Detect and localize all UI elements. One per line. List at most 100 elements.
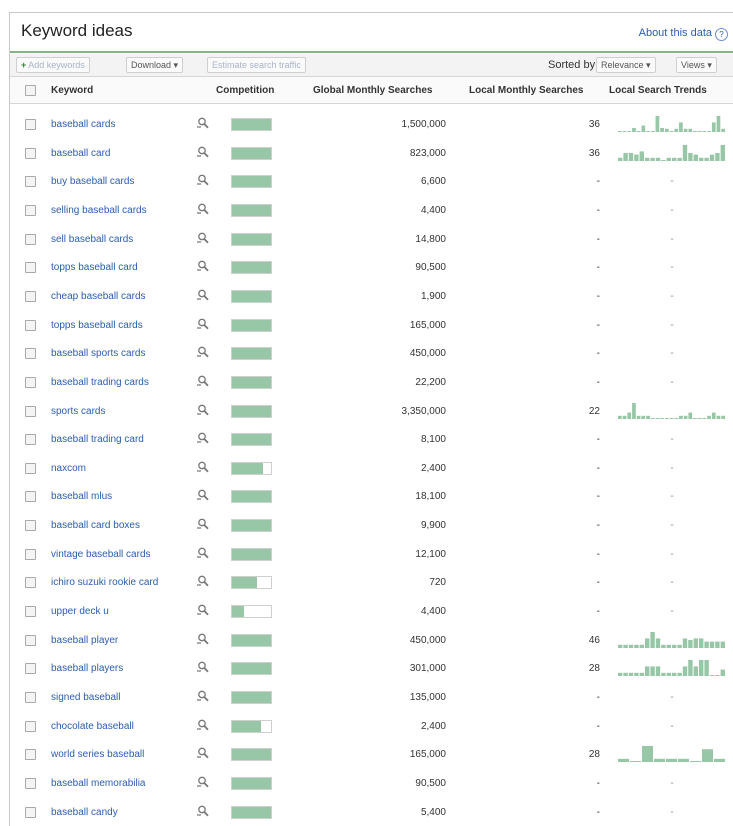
row-checkbox[interactable] — [25, 147, 36, 159]
keyword-link[interactable]: baseball card boxes — [51, 520, 140, 531]
keyword-link[interactable]: baseball cards — [51, 119, 115, 130]
local-monthly-searches: - — [596, 577, 600, 589]
keyword-link[interactable]: baseball card — [51, 148, 110, 159]
magnifier-icon[interactable] — [196, 173, 210, 187]
keyword-link[interactable]: baseball mlus — [51, 491, 112, 502]
trend-bar — [639, 644, 644, 648]
download-button[interactable]: Download ▾ — [126, 57, 184, 73]
competition-bar-fill — [232, 147, 271, 159]
column-global-searches[interactable]: Global Monthly Searches — [313, 85, 432, 96]
magnifier-icon[interactable] — [196, 603, 210, 617]
keyword-link[interactable]: world series baseball — [51, 749, 144, 760]
keyword-link[interactable]: baseball memorabilia — [51, 778, 146, 789]
keyword-link[interactable]: upper deck u — [51, 606, 109, 617]
column-competition[interactable]: Competition — [216, 85, 274, 96]
magnifier-icon[interactable] — [196, 546, 210, 560]
magnifier-icon[interactable] — [196, 202, 210, 216]
estimate-traffic-button[interactable]: Estimate search traffic — [207, 57, 306, 73]
magnifier-icon[interactable] — [196, 746, 210, 760]
row-checkbox[interactable] — [25, 176, 36, 188]
row-checkbox[interactable] — [25, 348, 36, 360]
keyword-link[interactable]: ichiro suzuki rookie card — [51, 577, 158, 588]
column-local-trends[interactable]: Local Search Trends — [609, 85, 707, 96]
about-data-link[interactable]: About this data? — [639, 27, 728, 41]
keyword-link[interactable]: sports cards — [51, 406, 105, 417]
row-checkbox[interactable] — [25, 319, 36, 331]
keyword-link[interactable]: cheap baseball cards — [51, 291, 146, 302]
keyword-link[interactable]: baseball sports cards — [51, 348, 146, 359]
local-monthly-searches: - — [596, 262, 600, 274]
magnifier-icon[interactable] — [196, 804, 210, 818]
row-checkbox[interactable] — [25, 520, 36, 532]
magnifier-icon[interactable] — [196, 689, 210, 703]
row-checkbox[interactable] — [25, 749, 36, 761]
magnifier-icon[interactable] — [196, 345, 210, 359]
row-checkbox[interactable] — [25, 606, 36, 618]
column-keyword[interactable]: Keyword — [51, 85, 93, 96]
row-checkbox[interactable] — [25, 548, 36, 560]
row-checkbox[interactable] — [25, 290, 36, 302]
row-checkbox[interactable] — [25, 204, 36, 216]
views-button[interactable]: Views ▾ — [676, 57, 717, 73]
row-checkbox[interactable] — [25, 806, 36, 818]
keyword-link[interactable]: buy baseball cards — [51, 176, 134, 187]
competition-bar — [231, 175, 272, 189]
magnifier-icon[interactable] — [196, 517, 210, 531]
row-checkbox[interactable] — [25, 462, 36, 474]
keyword-link[interactable]: baseball player — [51, 635, 118, 646]
add-keywords-button[interactable]: + Add keywords — [16, 57, 90, 73]
magnifier-icon[interactable] — [196, 660, 210, 674]
table-row: baseball cards 1,500,000 36 — [10, 110, 733, 138]
magnifier-icon[interactable] — [196, 403, 210, 417]
magnifier-icon[interactable] — [196, 632, 210, 646]
row-checkbox[interactable] — [25, 663, 36, 675]
keyword-link[interactable]: chocolate baseball — [51, 721, 134, 732]
magnifier-icon[interactable] — [196, 775, 210, 789]
magnifier-icon[interactable] — [196, 288, 210, 302]
table-row: baseball player 450,000 46 — [10, 626, 733, 654]
row-checkbox[interactable] — [25, 491, 36, 503]
trend-bar — [634, 154, 639, 161]
keyword-link[interactable]: topps baseball cards — [51, 320, 143, 331]
row-checkbox[interactable] — [25, 376, 36, 388]
row-checkbox[interactable] — [25, 233, 36, 245]
row-checkbox[interactable] — [25, 119, 36, 130]
magnifier-icon[interactable] — [196, 488, 210, 502]
keyword-link[interactable]: baseball trading card — [51, 434, 144, 445]
competition-bar-fill — [232, 720, 262, 732]
magnifier-icon[interactable] — [196, 116, 210, 130]
magnifier-icon[interactable] — [196, 231, 210, 245]
keyword-link[interactable]: vintage baseball cards — [51, 549, 151, 560]
row-checkbox[interactable] — [25, 577, 36, 589]
magnifier-icon[interactable] — [196, 574, 210, 588]
keyword-link[interactable]: baseball trading cards — [51, 377, 149, 388]
magnifier-icon[interactable] — [196, 374, 210, 388]
keyword-link[interactable]: naxcom — [51, 463, 86, 474]
trend-empty: - — [670, 606, 674, 618]
magnifier-icon[interactable] — [196, 259, 210, 273]
magnifier-icon[interactable] — [196, 145, 210, 159]
column-local-searches[interactable]: Local Monthly Searches — [469, 85, 583, 96]
help-icon[interactable]: ? — [715, 28, 728, 41]
row-checkbox[interactable] — [25, 720, 36, 732]
row-checkbox[interactable] — [25, 262, 36, 274]
row-checkbox[interactable] — [25, 634, 36, 646]
row-checkbox[interactable] — [25, 692, 36, 703]
keyword-link[interactable]: signed baseball — [51, 692, 121, 703]
magnifier-icon[interactable] — [196, 460, 210, 474]
keyword-link[interactable]: topps baseball card — [51, 262, 138, 273]
row-checkbox[interactable] — [25, 434, 36, 446]
magnifier-icon[interactable] — [196, 718, 210, 732]
trend-bar — [697, 417, 702, 419]
magnifier-icon[interactable] — [196, 317, 210, 331]
sort-select[interactable]: Relevance ▾ — [596, 57, 656, 73]
keyword-link[interactable]: selling baseball cards — [51, 205, 147, 216]
keyword-link[interactable]: baseball players — [51, 663, 123, 674]
magnifier-icon[interactable] — [196, 431, 210, 445]
row-checkbox[interactable] — [25, 777, 36, 789]
keyword-link[interactable]: sell baseball cards — [51, 234, 133, 245]
row-checkbox[interactable] — [25, 405, 36, 417]
select-all-checkbox[interactable] — [25, 85, 36, 96]
keyword-link[interactable]: baseball candy — [51, 807, 118, 818]
trend-bar — [688, 152, 693, 161]
